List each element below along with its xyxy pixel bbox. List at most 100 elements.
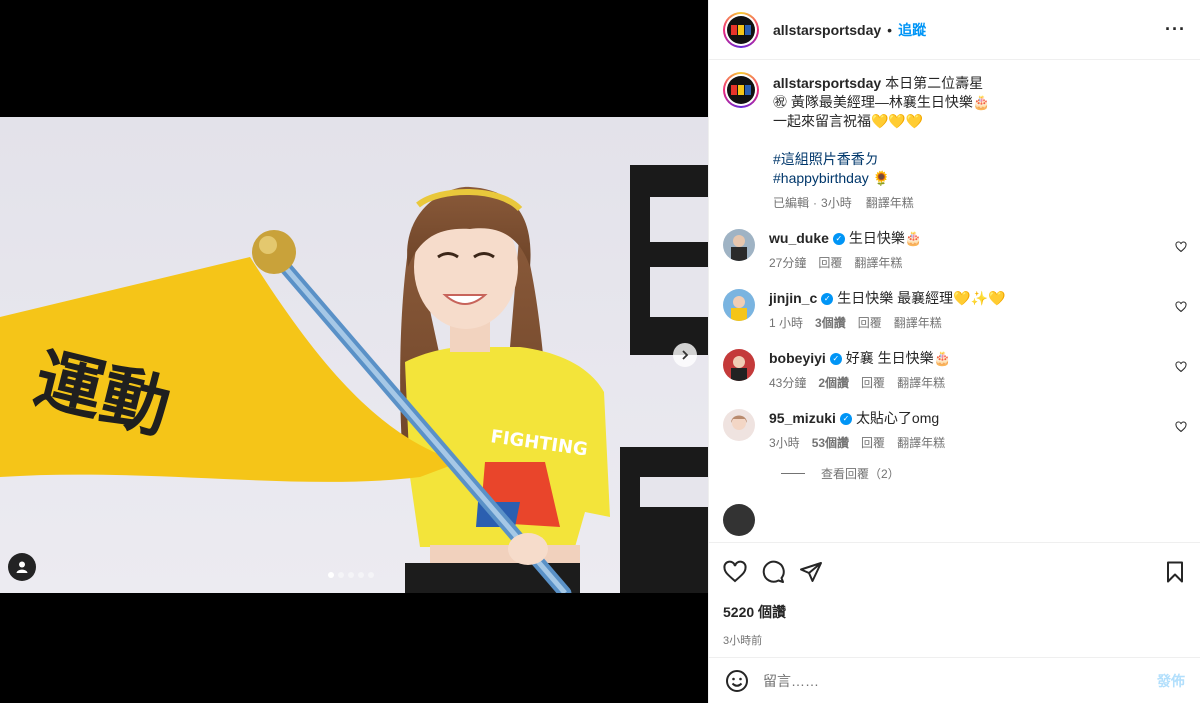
comment-username[interactable]: bobeyiyi xyxy=(769,350,826,366)
comment-bubble-icon xyxy=(762,560,785,583)
comment-input[interactable] xyxy=(763,672,1157,689)
comment-time[interactable]: 1 小時 xyxy=(769,314,803,333)
comment-text: 太貼心了omg xyxy=(855,410,940,426)
save-button[interactable] xyxy=(1163,560,1187,584)
like-comment-icon[interactable] xyxy=(1175,241,1187,253)
next-photo-button[interactable] xyxy=(673,343,697,367)
header-username[interactable]: allstarsportsday xyxy=(773,22,881,38)
avatar[interactable] xyxy=(723,229,755,261)
comment-time[interactable]: 3小時 xyxy=(769,434,800,453)
tagged-users-button[interactable] xyxy=(8,553,36,581)
caption-line-2: ㊗ 黃隊最美經理—林襄生日快樂🎂 xyxy=(773,94,991,110)
comments-scroll[interactable]: allstarsportsday 本日第二位壽星 ㊗ 黃隊最美經理—林襄生日快樂🎂… xyxy=(709,60,1200,542)
photo-illustration: 運動 FIGHTING xyxy=(0,117,708,593)
translate-button[interactable]: 翻譯年糕 xyxy=(897,374,945,393)
translate-button[interactable]: 翻譯年糕 xyxy=(854,254,902,273)
reply-button[interactable]: 回覆 xyxy=(858,314,882,333)
share-button[interactable] xyxy=(799,560,823,584)
like-comment-icon[interactable] xyxy=(1175,301,1187,313)
action-bar xyxy=(723,543,1187,601)
post-side-panel: allstarsportsday • 追蹤 ··· allstarsportsd… xyxy=(708,0,1200,703)
carousel-dot xyxy=(338,572,344,578)
caption-line-3: 一起來留言祝福💛💛💛 xyxy=(773,113,924,129)
avatar-image xyxy=(723,229,755,261)
comment-time[interactable]: 43分鐘 xyxy=(769,374,806,393)
comment-text: 生日快樂 最襄經理💛✨💛 xyxy=(837,290,1006,306)
hashtag-link[interactable]: #happybirthday 🌻 xyxy=(773,169,1187,188)
comment-time[interactable]: 27分鐘 xyxy=(769,254,806,273)
comment-row xyxy=(723,504,1187,536)
comment-composer: 發佈 xyxy=(709,657,1200,703)
avatar[interactable] xyxy=(723,289,755,321)
comment-row: wu_duke ✓ 生日快樂🎂 27分鐘 回覆 翻譯年糕 xyxy=(723,229,1187,273)
verified-badge-icon: ✓ xyxy=(839,413,852,426)
post-media: 運動 FIGHTING xyxy=(0,0,708,703)
verified-badge-icon: ✓ xyxy=(821,293,834,306)
follow-button[interactable]: 追蹤 xyxy=(898,20,926,40)
edited-label: 已編輯 xyxy=(773,196,810,210)
comment-username[interactable]: wu_duke xyxy=(769,230,829,246)
post-header: allstarsportsday • 追蹤 ··· xyxy=(709,0,1200,60)
comment-text: 生日快樂🎂 xyxy=(848,230,923,246)
user-icon xyxy=(16,561,28,573)
translate-button[interactable]: 翻譯年糕 xyxy=(897,434,945,453)
sign-block xyxy=(630,165,708,355)
reply-button[interactable]: 回覆 xyxy=(861,434,885,453)
avatar[interactable] xyxy=(723,11,759,48)
brand-logo-icon xyxy=(731,24,751,35)
comment-likes[interactable]: 3個讚 xyxy=(815,314,846,333)
post-photo[interactable]: 運動 FIGHTING xyxy=(0,117,708,593)
carousel-dot xyxy=(328,572,334,578)
paper-plane-icon xyxy=(800,562,822,582)
avatar-image xyxy=(723,504,755,536)
separator: • xyxy=(887,21,893,38)
chevron-right-icon xyxy=(682,350,689,360)
caption-row: allstarsportsday 本日第二位壽星 ㊗ 黃隊最美經理—林襄生日快樂🎂… xyxy=(723,72,1187,213)
meta-dot: · xyxy=(813,196,818,210)
view-replies-button[interactable]: 查看回覆（2） xyxy=(781,465,1187,482)
carousel-dot xyxy=(348,572,354,578)
bookmark-icon xyxy=(1167,561,1183,583)
avatar[interactable] xyxy=(723,72,759,108)
comment-username[interactable]: 95_mizuki xyxy=(769,410,836,426)
comment-username[interactable]: jinjin_c xyxy=(769,290,817,306)
avatar[interactable] xyxy=(723,349,755,381)
verified-badge-icon: ✓ xyxy=(832,233,845,246)
comment-likes[interactable]: 53個讚 xyxy=(812,434,849,453)
translate-button[interactable]: 翻譯年糕 xyxy=(894,314,942,333)
avatar-image xyxy=(723,289,755,321)
avatar-image xyxy=(723,349,755,381)
comment-row: jinjin_c ✓ 生日快樂 最襄經理💛✨💛 1 小時 3個讚 回覆 翻譯年糕 xyxy=(723,289,1187,333)
comment-button[interactable] xyxy=(761,560,785,584)
like-comment-icon[interactable] xyxy=(1175,361,1187,373)
reply-button[interactable]: 回覆 xyxy=(818,254,842,273)
hashtag-link[interactable]: #這組照片香香ㄉ xyxy=(773,150,1187,169)
comment-likes[interactable]: 2個讚 xyxy=(818,374,849,393)
post-comment-button[interactable]: 發佈 xyxy=(1157,671,1185,691)
app-root: 運動 FIGHTING allstarsportsday • 追蹤 ··· al… xyxy=(0,0,1200,703)
verified-badge-icon: ✓ xyxy=(829,353,842,366)
post-time[interactable]: 3小時前 xyxy=(723,632,1187,648)
post-actions: 5220 個讚 3小時前 xyxy=(709,542,1200,648)
avatar-image xyxy=(723,409,755,441)
translate-button[interactable]: 翻譯年糕 xyxy=(866,194,914,213)
avatar[interactable] xyxy=(723,409,755,441)
divider xyxy=(781,473,805,474)
comment-row: 95_mizuki ✓ 太貼心了omg 3小時 53個讚 回覆 翻譯年糕 xyxy=(723,409,1187,453)
like-button[interactable] xyxy=(723,560,747,584)
caption-username[interactable]: allstarsportsday xyxy=(773,75,881,91)
emoji-button[interactable] xyxy=(725,669,749,693)
like-comment-icon[interactable] xyxy=(1175,421,1187,433)
likes-count[interactable]: 5220 個讚 xyxy=(723,602,1187,622)
reply-button[interactable]: 回覆 xyxy=(861,374,885,393)
brand-logo-icon xyxy=(731,85,751,95)
carousel-dot xyxy=(358,572,364,578)
avatar[interactable] xyxy=(723,504,755,536)
comment-text: 好襄 生日快樂🎂 xyxy=(845,350,952,366)
more-options-button[interactable]: ··· xyxy=(1165,19,1186,40)
emoji-icon xyxy=(726,669,748,692)
carousel-dots xyxy=(328,572,374,578)
comment-row: bobeyiyi ✓ 好襄 生日快樂🎂 43分鐘 2個讚 回覆 翻譯年糕 xyxy=(723,349,1187,393)
heart-icon xyxy=(723,560,747,583)
caption-time[interactable]: 3小時 xyxy=(821,194,852,213)
